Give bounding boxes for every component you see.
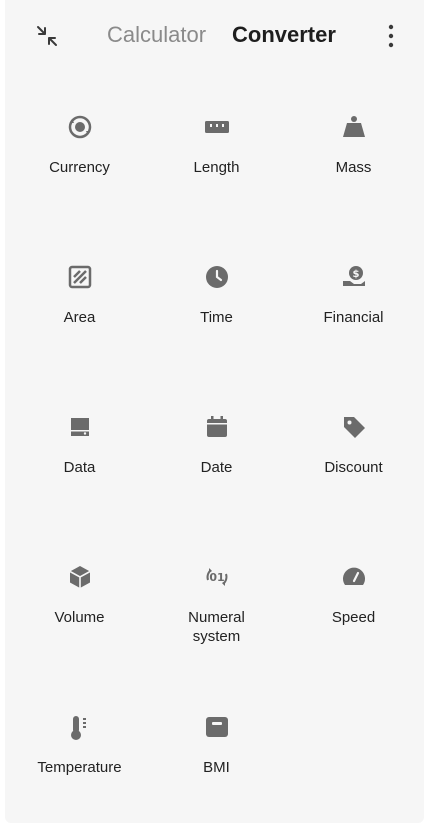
category-speed[interactable]: Speed	[285, 550, 422, 660]
category-label: Temperature	[37, 759, 122, 776]
svg-text:01: 01	[209, 571, 224, 584]
category-label-line1: Numeral	[188, 609, 245, 626]
tab-calculator[interactable]: Calculator	[107, 22, 206, 48]
category-temperature[interactable]: Temperature	[11, 700, 148, 810]
category-label: Discount	[324, 459, 383, 476]
category-label: Data	[63, 459, 96, 476]
numeral-icon: 01	[204, 564, 230, 590]
area-icon	[67, 264, 93, 290]
cube-icon	[67, 564, 93, 590]
financial-icon: $	[341, 264, 367, 290]
category-time[interactable]: Time	[148, 250, 285, 360]
category-data[interactable]: Data	[11, 400, 148, 510]
category-bmi[interactable]: BMI	[148, 700, 285, 810]
category-label: Area	[63, 309, 96, 326]
category-label: Time	[200, 309, 233, 326]
category-date[interactable]: Date	[148, 400, 285, 510]
category-label: Volume	[54, 609, 105, 626]
converter-category-grid: Currency Length Mass Area Time $ Financi…	[11, 100, 422, 800]
speedometer-icon	[341, 564, 367, 590]
category-label: Financial	[323, 309, 384, 326]
converter-screen: Calculator Converter Currency Length Mas…	[5, 0, 424, 823]
collapse-icon[interactable]	[35, 24, 59, 48]
category-label: Numeral system	[148, 608, 285, 646]
category-volume[interactable]: Volume	[11, 550, 148, 660]
storage-icon	[67, 414, 93, 440]
svg-text:$: $	[353, 269, 360, 280]
top-bar: Calculator Converter	[5, 0, 424, 72]
scale-icon	[204, 714, 230, 740]
category-discount[interactable]: Discount	[285, 400, 422, 510]
weight-icon	[341, 114, 367, 140]
category-label-line2: system	[192, 628, 241, 645]
currency-icon	[67, 114, 93, 140]
clock-icon	[204, 264, 230, 290]
calendar-icon	[204, 414, 230, 440]
category-label: Speed	[331, 609, 376, 626]
category-label: Length	[193, 159, 240, 176]
category-currency[interactable]: Currency	[11, 100, 148, 210]
category-length[interactable]: Length	[148, 100, 285, 210]
thermometer-icon	[67, 714, 93, 740]
category-label: Date	[200, 459, 233, 476]
category-financial[interactable]: $ Financial	[285, 250, 422, 360]
category-mass[interactable]: Mass	[285, 100, 422, 210]
tab-converter[interactable]: Converter	[232, 22, 336, 48]
category-numeral-system[interactable]: 01 Numeral system	[148, 550, 285, 660]
ruler-icon	[204, 114, 230, 140]
tag-icon	[341, 414, 367, 440]
category-label: BMI	[203, 759, 230, 776]
category-label: Mass	[335, 159, 372, 176]
category-area[interactable]: Area	[11, 250, 148, 360]
category-label: Currency	[49, 159, 110, 176]
more-vert-icon[interactable]	[379, 22, 403, 50]
